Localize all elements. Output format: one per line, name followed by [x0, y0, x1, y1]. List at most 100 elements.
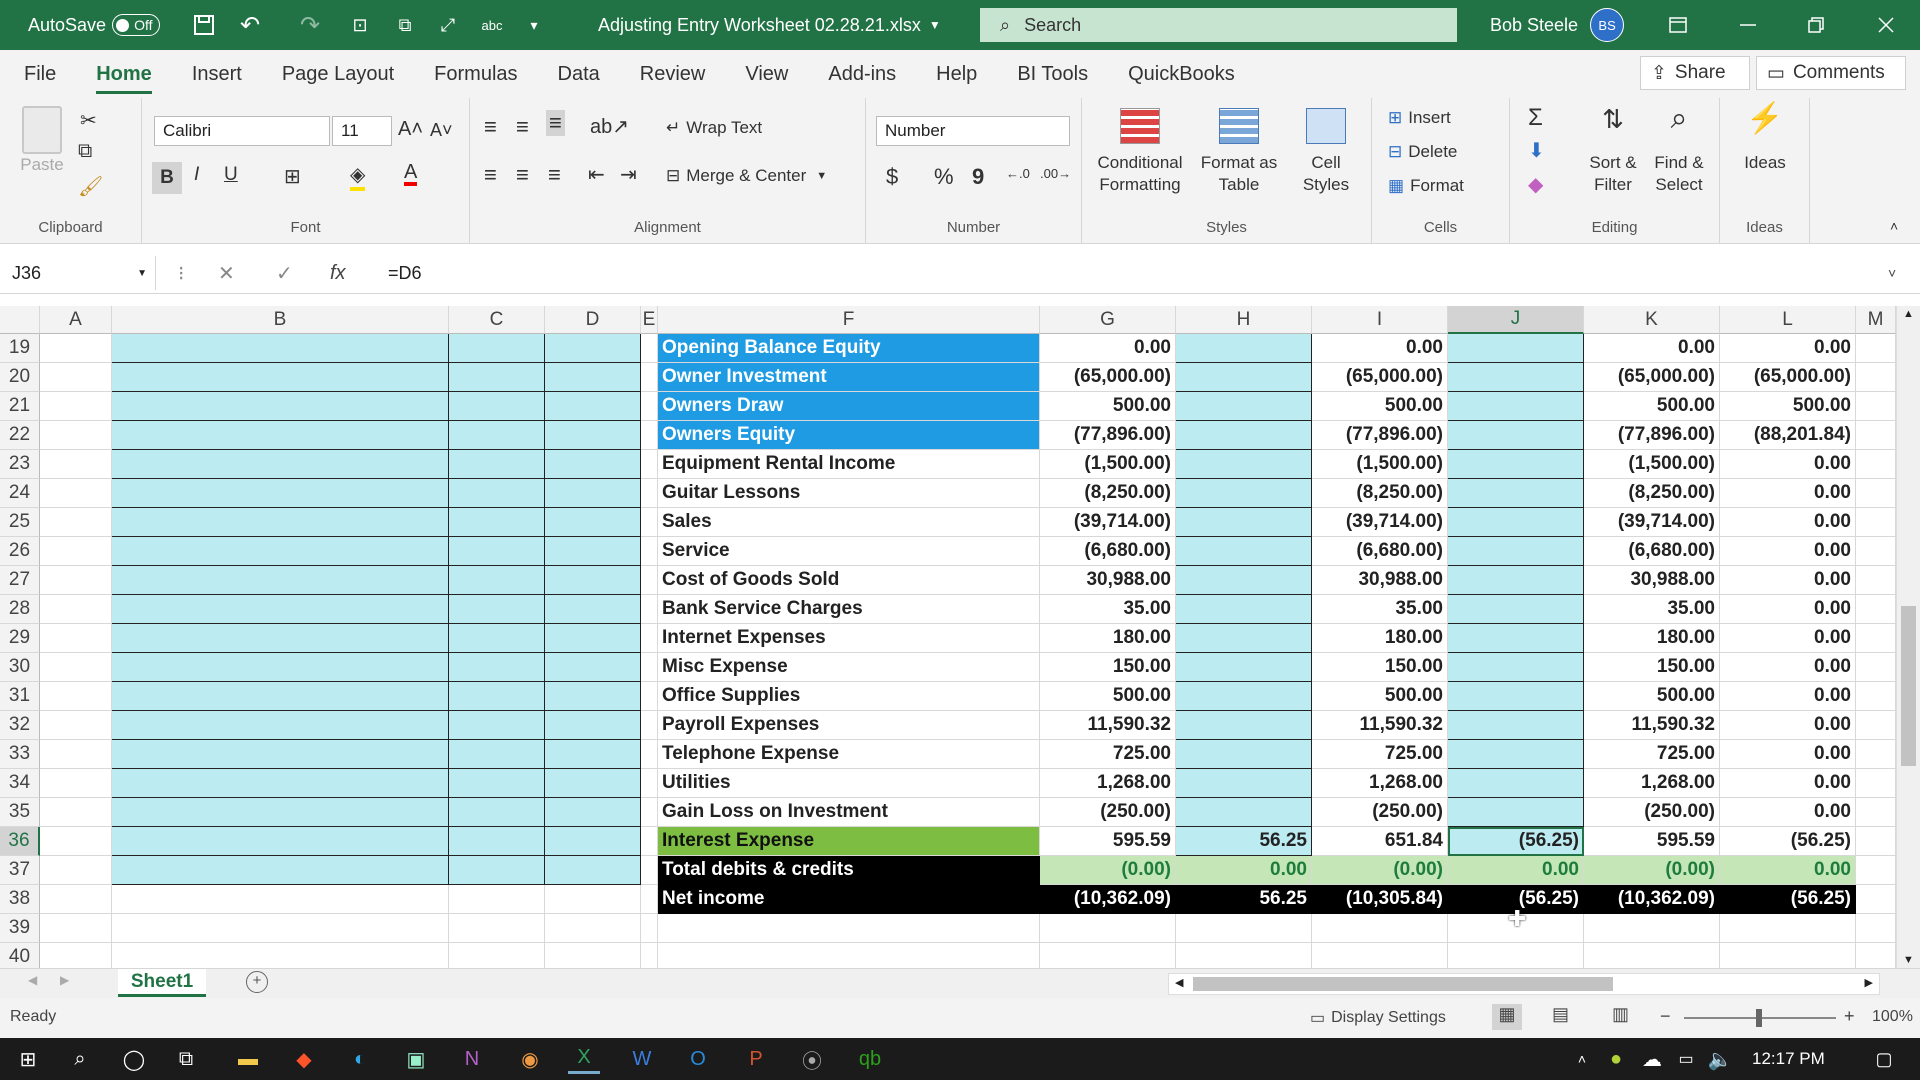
cell-b[interactable]	[112, 334, 449, 363]
cell-d[interactable]	[545, 827, 641, 856]
cell-h[interactable]	[1176, 943, 1312, 968]
cell-l[interactable]: 0.00	[1720, 653, 1856, 682]
cell-k[interactable]: 500.00	[1584, 682, 1720, 711]
restore-icon[interactable]	[1786, 0, 1846, 50]
wrap-text-button[interactable]: ↵ Wrap Text	[666, 118, 762, 138]
cell-k[interactable]: (77,896.00)	[1584, 421, 1720, 450]
autosum-icon[interactable]: Σ	[1528, 104, 1543, 132]
cell-h[interactable]	[1176, 682, 1312, 711]
column-header-f[interactable]: F	[658, 306, 1040, 334]
onedrive-icon[interactable]: ☁	[1636, 1044, 1668, 1074]
cell-i[interactable]: (0.00)	[1312, 856, 1448, 885]
cell-b[interactable]	[112, 943, 449, 968]
cell-k[interactable]: 1,268.00	[1584, 769, 1720, 798]
cell-d[interactable]	[545, 740, 641, 769]
cell-d[interactable]	[545, 392, 641, 421]
cell-g[interactable]	[1040, 943, 1176, 968]
cell-m[interactable]	[1856, 682, 1896, 711]
format-cells-button[interactable]: ▦ Format	[1388, 176, 1464, 196]
insert-function-button[interactable]: fx	[330, 256, 346, 290]
cell-l[interactable]: 0.00	[1720, 769, 1856, 798]
cell-m[interactable]	[1856, 479, 1896, 508]
redo-icon[interactable]: ↷	[290, 5, 330, 45]
cell-g[interactable]: (39,714.00)	[1040, 508, 1176, 537]
cell-l[interactable]: (56.25)	[1720, 827, 1856, 856]
cell-d[interactable]	[545, 363, 641, 392]
cell-a[interactable]	[40, 943, 112, 968]
cell-k[interactable]: 500.00	[1584, 392, 1720, 421]
page-layout-view-icon[interactable]: ▤	[1552, 1004, 1569, 1025]
cell-a[interactable]	[40, 334, 112, 363]
cancel-icon[interactable]: ✕	[218, 256, 235, 290]
column-header-a[interactable]: A	[40, 306, 112, 334]
account-label-cell[interactable]	[658, 914, 1040, 943]
cell-b[interactable]	[112, 392, 449, 421]
cell-m[interactable]	[1856, 856, 1896, 885]
cell-k[interactable]	[1584, 943, 1720, 968]
cell-d[interactable]	[545, 334, 641, 363]
cell-c[interactable]	[449, 363, 545, 392]
cell-e[interactable]	[641, 392, 658, 421]
account-label-cell[interactable]: Owners Draw	[658, 392, 1040, 421]
cell-g[interactable]: 0.00	[1040, 334, 1176, 363]
taskbar-search-icon[interactable]: ⌕	[64, 1044, 96, 1074]
enter-icon[interactable]: ✓	[276, 256, 293, 290]
cell-l[interactable]	[1720, 943, 1856, 968]
ribbon-display-icon[interactable]	[1648, 0, 1708, 50]
formula-input[interactable]: =D6	[388, 256, 422, 290]
tab-file[interactable]: File	[0, 50, 76, 98]
cell-c[interactable]	[449, 537, 545, 566]
cell-c[interactable]	[449, 392, 545, 421]
cell-a[interactable]	[40, 595, 112, 624]
cell-e[interactable]	[641, 711, 658, 740]
cell-h[interactable]: 56.25	[1176, 885, 1312, 914]
column-header-h[interactable]: H	[1176, 306, 1312, 334]
cell-b[interactable]	[112, 827, 449, 856]
cell-d[interactable]	[545, 885, 641, 914]
cell-j[interactable]	[1448, 566, 1584, 595]
cell-h[interactable]	[1176, 421, 1312, 450]
cell-m[interactable]	[1856, 595, 1896, 624]
row-header[interactable]: 27	[0, 566, 40, 595]
cell-c[interactable]	[449, 479, 545, 508]
cell-j[interactable]	[1448, 943, 1584, 968]
share-button[interactable]: ⇪ Share	[1640, 56, 1750, 90]
cell-d[interactable]	[545, 566, 641, 595]
cell-j[interactable]	[1448, 508, 1584, 537]
zoom-out-icon[interactable]: −	[1660, 1006, 1671, 1027]
column-header-j[interactable]: J	[1448, 306, 1584, 334]
align-center-icon[interactable]: ≡	[516, 162, 529, 188]
row-header[interactable]: 21	[0, 392, 40, 421]
cell-l[interactable]: 0.00	[1720, 740, 1856, 769]
cell-a[interactable]	[40, 827, 112, 856]
cell-e[interactable]	[641, 450, 658, 479]
cell-j[interactable]	[1448, 479, 1584, 508]
outlook-icon[interactable]: O	[682, 1044, 714, 1074]
cell-e[interactable]	[641, 856, 658, 885]
zoom-in-icon[interactable]: +	[1844, 1006, 1855, 1027]
cell-m[interactable]	[1856, 740, 1896, 769]
row-header[interactable]: 39	[0, 914, 40, 943]
tab-review[interactable]: Review	[620, 50, 726, 98]
cell-j[interactable]	[1448, 450, 1584, 479]
cell-e[interactable]	[641, 334, 658, 363]
cell-j[interactable]	[1448, 653, 1584, 682]
cell-j[interactable]	[1448, 537, 1584, 566]
cell-i[interactable]: (77,896.00)	[1312, 421, 1448, 450]
align-left-icon[interactable]: ≡	[484, 162, 497, 188]
cell-h[interactable]	[1176, 798, 1312, 827]
cell-c[interactable]	[449, 856, 545, 885]
orientation-icon[interactable]: ab↗	[590, 114, 629, 139]
cell-d[interactable]	[545, 624, 641, 653]
cell-j[interactable]	[1448, 740, 1584, 769]
column-header-m[interactable]: M	[1856, 306, 1896, 334]
scroll-down-icon[interactable]: ▼	[1903, 954, 1914, 966]
row-header[interactable]: 35	[0, 798, 40, 827]
cell-h[interactable]	[1176, 653, 1312, 682]
cell-a[interactable]	[40, 363, 112, 392]
cell-l[interactable]: 0.00	[1720, 566, 1856, 595]
cell-k[interactable]: (8,250.00)	[1584, 479, 1720, 508]
cell-h[interactable]	[1176, 566, 1312, 595]
cell-h[interactable]	[1176, 740, 1312, 769]
tray-app-icon[interactable]: ●	[1600, 1044, 1632, 1074]
